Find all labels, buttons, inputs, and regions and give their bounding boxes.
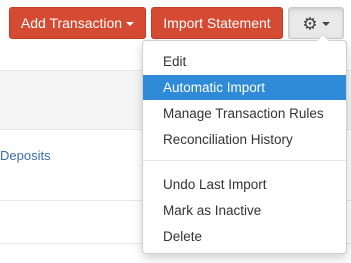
add-transaction-label: Add Transaction	[20, 15, 123, 31]
menu-item-edit[interactable]: Edit	[143, 49, 346, 74]
menu-item-manage-transaction-rules[interactable]: Manage Transaction Rules	[143, 101, 346, 126]
settings-dropdown-menu: Edit Automatic Import Manage Transaction…	[142, 34, 347, 254]
menu-item-reconciliation-history[interactable]: Reconciliation History	[143, 127, 346, 152]
menu-item-delete[interactable]: Delete	[143, 224, 346, 249]
menu-pointer	[316, 34, 330, 41]
caret-down-icon	[126, 22, 135, 27]
deposits-link[interactable]: Deposits	[0, 148, 51, 163]
menu-divider	[143, 160, 346, 161]
menu-item-mark-as-inactive[interactable]: Mark as Inactive	[143, 198, 346, 223]
menu-item-automatic-import[interactable]: Automatic Import	[143, 75, 346, 100]
menu-item-undo-last-import[interactable]: Undo Last Import	[143, 172, 346, 197]
gear-icon: ⚙	[302, 14, 318, 34]
caret-down-icon	[321, 22, 330, 27]
add-transaction-button[interactable]: Add Transaction	[9, 7, 146, 39]
import-statement-button[interactable]: Import Statement	[151, 7, 283, 39]
import-statement-label: Import Statement	[163, 15, 271, 31]
